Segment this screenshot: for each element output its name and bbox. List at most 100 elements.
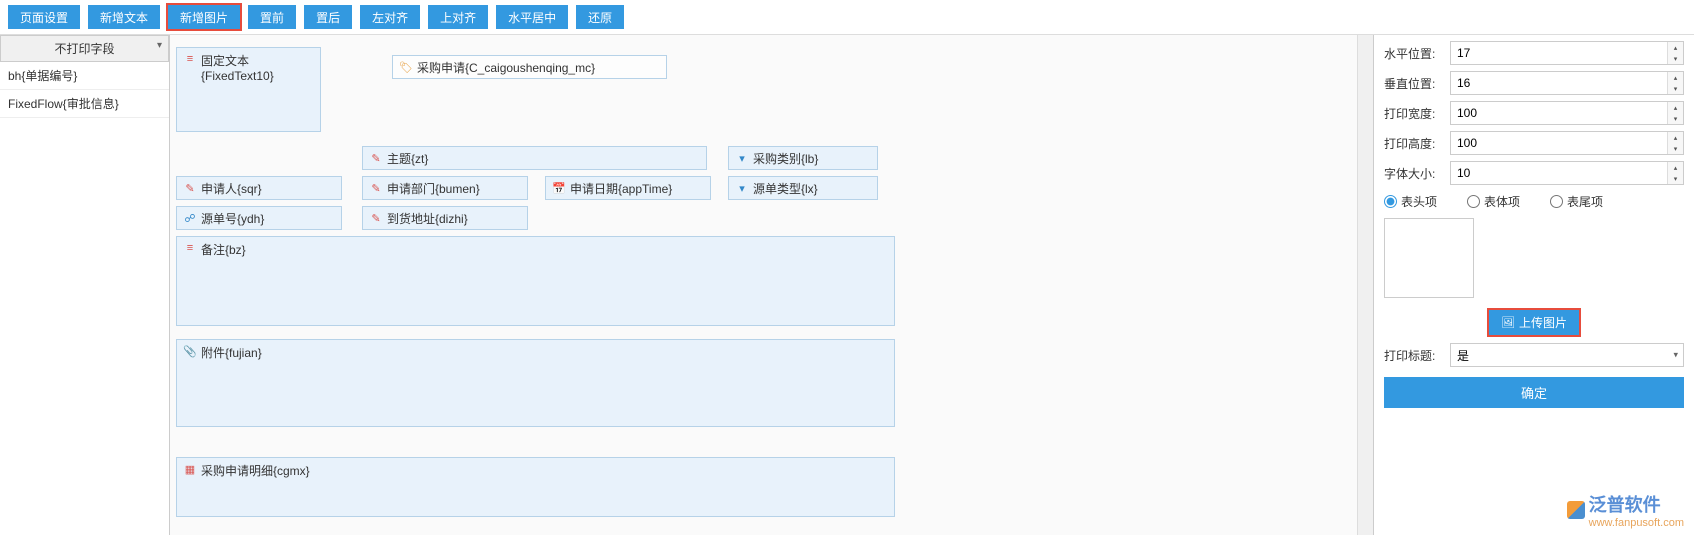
chevron-down-icon: ▾ — [1667, 173, 1683, 184]
design-canvas[interactable]: ≡ 固定文本 {FixedText10} 🏷 采购申请{C_caigoushen… — [170, 35, 1374, 535]
add-text-button[interactable]: 新增文本 — [88, 5, 160, 29]
prop-label: 打印宽度: — [1384, 105, 1444, 122]
field-label: 到货地址{dizhi} — [387, 210, 468, 227]
font-size-input[interactable] — [1450, 161, 1684, 185]
toolbar: 页面设置 新增文本 新增图片 置前 置后 左对齐 上对齐 水平居中 还原 — [0, 0, 1694, 35]
page-settings-button[interactable]: 页面设置 — [8, 5, 80, 29]
radio-input[interactable] — [1384, 195, 1397, 208]
dropdown-icon: ▾ — [735, 181, 749, 195]
spinner[interactable]: ▴▾ — [1667, 162, 1683, 184]
height-input[interactable] — [1450, 131, 1684, 155]
chevron-up-icon: ▴ — [1667, 132, 1683, 143]
radio-label: 表体项 — [1484, 193, 1520, 210]
canvas-text-field[interactable]: ✎ 申请人{sqr} — [176, 176, 342, 200]
field-label: 主题{zt} — [387, 150, 428, 167]
field-label: 采购类别{lb} — [753, 150, 818, 167]
chevron-down-icon: ▾ — [1667, 113, 1683, 124]
canvas-select-field[interactable]: ▾ 采购类别{lb} — [728, 146, 878, 170]
radio-header-item[interactable]: 表头项 — [1384, 193, 1437, 210]
field-label: 源单类型{lx} — [753, 180, 818, 197]
radio-input[interactable] — [1550, 195, 1563, 208]
h-pos-input[interactable] — [1450, 41, 1684, 65]
edit-icon: ✎ — [183, 181, 197, 195]
chevron-down-icon: ▾ — [1667, 53, 1683, 64]
vertical-scrollbar[interactable] — [1357, 35, 1373, 535]
canvas-date-field[interactable]: 📅 申请日期{appTime} — [545, 176, 711, 200]
field-label: 固定文本 {FixedText10} — [201, 52, 274, 83]
radio-label: 表头项 — [1401, 193, 1437, 210]
send-back-button[interactable]: 置后 — [304, 5, 352, 29]
field-label: 申请部门{bumen} — [387, 180, 480, 197]
attachment-icon: 📎 — [183, 344, 197, 358]
align-left-button[interactable]: 左对齐 — [360, 5, 420, 29]
image-icon: 🖼 — [1501, 316, 1515, 330]
radio-footer-item[interactable]: 表尾项 — [1550, 193, 1603, 210]
upload-image-button[interactable]: 🖼 上传图片 — [1487, 308, 1581, 337]
grid-icon: ▦ — [183, 462, 197, 476]
align-top-button[interactable]: 上对齐 — [428, 5, 488, 29]
field-label: 采购申请明细{cgmx} — [201, 462, 310, 479]
link-icon: ☍ — [183, 211, 197, 225]
text-lines-icon: ≡ — [183, 241, 197, 255]
canvas-link-field[interactable]: ☍ 源单号{ydh} — [176, 206, 342, 230]
field-label: 备注{bz} — [201, 241, 246, 258]
width-input[interactable] — [1450, 101, 1684, 125]
properties-panel: 水平位置: ▴▾ 垂直位置: ▴▾ 打印宽度: ▴▾ 打印高度: ▴▾ 字体大小… — [1374, 35, 1694, 535]
canvas-detail-field[interactable]: ▦ 采购申请明细{cgmx} — [176, 457, 895, 517]
canvas-select-field[interactable]: ▾ 源单类型{lx} — [728, 176, 878, 200]
prop-label: 垂直位置: — [1384, 75, 1444, 92]
chevron-down-icon: ▾ — [1667, 83, 1683, 94]
bring-front-button[interactable]: 置前 — [248, 5, 296, 29]
chevron-down-icon: ▾ — [1667, 143, 1683, 154]
print-title-select[interactable] — [1450, 343, 1684, 367]
prop-label: 打印高度: — [1384, 135, 1444, 152]
edit-icon: ✎ — [369, 151, 383, 165]
left-sidebar: 不打印字段 bh{单据编号} FixedFlow{审批信息} — [0, 35, 170, 535]
canvas-text-field[interactable]: ✎ 主题{zt} — [362, 146, 707, 170]
chevron-up-icon: ▴ — [1667, 72, 1683, 83]
radio-input[interactable] — [1467, 195, 1480, 208]
upload-label: 上传图片 — [1519, 314, 1567, 331]
v-pos-input[interactable] — [1450, 71, 1684, 95]
text-lines-icon: ≡ — [183, 52, 197, 66]
brand-name: 泛普软件 — [1589, 491, 1684, 517]
restore-button[interactable]: 还原 — [576, 5, 624, 29]
spinner[interactable]: ▴▾ — [1667, 132, 1683, 154]
sidebar-header-dropdown[interactable]: 不打印字段 — [0, 35, 169, 62]
field-label: 申请日期{appTime} — [570, 180, 672, 197]
spinner[interactable]: ▴▾ — [1667, 42, 1683, 64]
radio-body-item[interactable]: 表体项 — [1467, 193, 1520, 210]
prop-label: 字体大小: — [1384, 165, 1444, 182]
watermark: 泛普软件 www.fanpusoft.com — [1567, 491, 1684, 529]
tag-icon: 🏷 — [399, 60, 413, 74]
canvas-attachment-field[interactable]: 📎 附件{fujian} — [176, 339, 895, 427]
canvas-fixed-text[interactable]: ≡ 固定文本 {FixedText10} — [176, 47, 321, 132]
image-preview-box — [1384, 218, 1474, 298]
edit-icon: ✎ — [369, 211, 383, 225]
spinner[interactable]: ▴▾ — [1667, 72, 1683, 94]
chevron-up-icon: ▴ — [1667, 162, 1683, 173]
radio-label: 表尾项 — [1567, 193, 1603, 210]
sidebar-field-item[interactable]: FixedFlow{审批信息} — [0, 90, 169, 118]
brand-url: www.fanpusoft.com — [1589, 517, 1684, 529]
prop-label: 打印标题: — [1384, 347, 1444, 364]
field-label: 申请人{sqr} — [201, 180, 262, 197]
canvas-tag-field[interactable]: 🏷 采购申请{C_caigoushenqing_mc} — [392, 55, 667, 79]
logo-icon — [1567, 501, 1585, 519]
spinner[interactable]: ▴▾ — [1667, 102, 1683, 124]
canvas-textarea-field[interactable]: ≡ 备注{bz} — [176, 236, 895, 326]
edit-icon: ✎ — [369, 181, 383, 195]
chevron-up-icon: ▴ — [1667, 102, 1683, 113]
chevron-up-icon: ▴ — [1667, 42, 1683, 53]
calendar-icon: 📅 — [552, 181, 566, 195]
canvas-text-field[interactable]: ✎ 到货地址{dizhi} — [362, 206, 528, 230]
sidebar-field-item[interactable]: bh{单据编号} — [0, 62, 169, 90]
canvas-text-field[interactable]: ✎ 申请部门{bumen} — [362, 176, 528, 200]
dropdown-icon: ▾ — [735, 151, 749, 165]
prop-label: 水平位置: — [1384, 45, 1444, 62]
confirm-button[interactable]: 确定 — [1384, 377, 1684, 408]
field-label: 采购申请{C_caigoushenqing_mc} — [417, 59, 595, 76]
field-label: 附件{fujian} — [201, 344, 262, 361]
center-horizontal-button[interactable]: 水平居中 — [496, 5, 568, 29]
add-image-button[interactable]: 新增图片 — [168, 5, 240, 29]
